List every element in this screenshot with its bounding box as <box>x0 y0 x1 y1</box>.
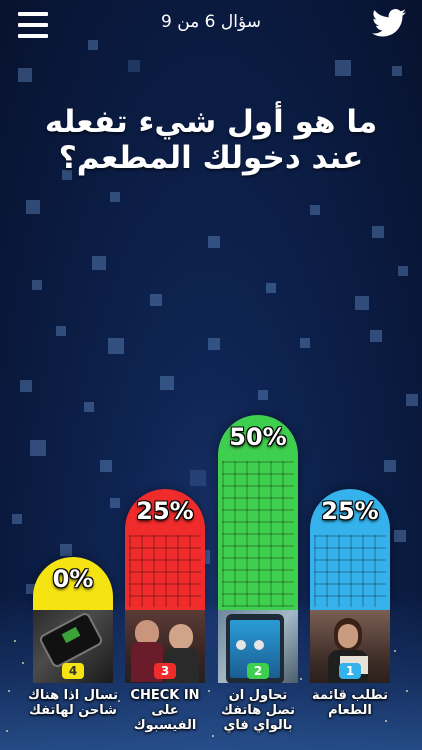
question-counter: سؤال 6 من 9 <box>160 12 262 32</box>
answer-label-3: CHECK IN على الفيسبوك <box>130 688 200 733</box>
answer-bar-1[interactable]: 25% <box>310 489 390 607</box>
answer-label-2: تحاول ان تصل هاتفك بالواي فاي <box>220 688 296 733</box>
answer-bar-grid-3 <box>129 535 201 607</box>
answer-bar-2[interactable]: 50% <box>218 415 298 607</box>
answer-number-4: 4 <box>62 663 84 679</box>
answer-bar-4[interactable]: 0% <box>33 557 113 607</box>
answer-number-2: 2 <box>247 663 269 679</box>
top-bar: سؤال 6 من 9 <box>0 0 422 50</box>
answer-percent-2: 50% <box>229 423 287 451</box>
answer-number-3: 3 <box>154 663 176 679</box>
answer-image-4[interactable]: 4 <box>33 607 113 683</box>
answer-bar-3[interactable]: 25% <box>125 489 205 607</box>
answer-image-3[interactable]: 3 <box>125 607 205 683</box>
answer-bar-grid-2 <box>222 461 294 607</box>
answer-percent-1: 25% <box>321 497 379 525</box>
answer-label-1: تطلب قائمة الطعام <box>311 688 388 718</box>
answer-image-1[interactable]: 1 <box>310 607 390 683</box>
answer-bar-grid-1 <box>314 535 386 607</box>
twitter-bird-icon[interactable] <box>372 8 406 38</box>
question-title: ما هو أول شيء تفعله عند دخولك المطعم؟ <box>44 104 378 176</box>
answer-image-2[interactable]: 2 <box>218 607 298 683</box>
answer-label-4: تسال اذا هناك شاحن لهاتفك <box>27 688 119 718</box>
answer-percent-4: 0% <box>52 565 94 593</box>
answer-number-1: 1 <box>339 663 361 679</box>
answer-percent-3: 25% <box>136 497 194 525</box>
